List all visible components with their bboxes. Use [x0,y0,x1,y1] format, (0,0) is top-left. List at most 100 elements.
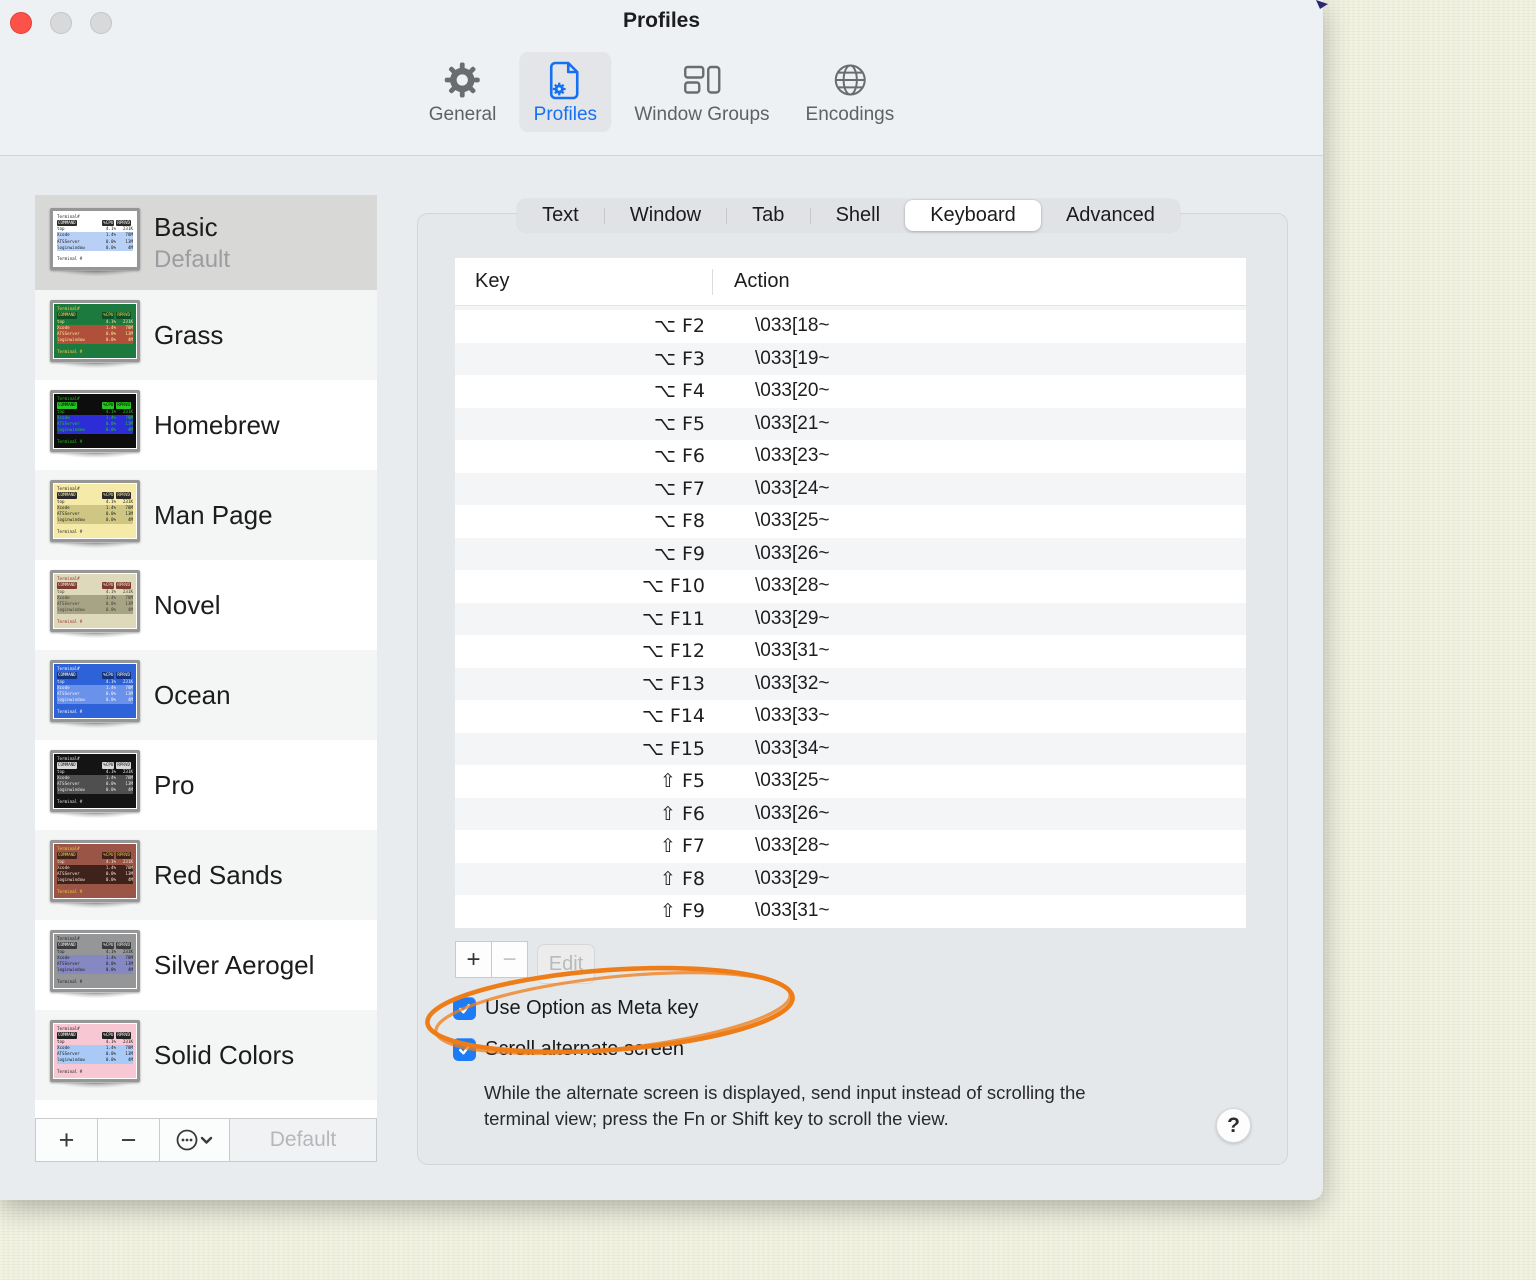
table-row-opt-f4[interactable]: ⌥ F4 \033[20~ [455,375,1246,408]
checkbox-use-option-as-meta-key[interactable] [453,997,476,1020]
action-cell: \033[25~ [755,510,830,532]
key-cell: ⌥ F4 [654,380,705,403]
profile-row-homebrew[interactable]: Terminal# COMMAND %CPU RPRVD top 4.1% 231K Xcod… [35,380,377,470]
table-row-shift-f8[interactable]: ⇧ F8 \033[29~ [455,862,1246,895]
key-cell: ⇧ F5 [660,770,705,793]
profile-tabs: Text Window Tab Shell Keyboard Advanced [517,199,1180,232]
profile-thumbnail: Terminal# COMMAND %CPU RPRVD top 4.1% 231K Xcod… [50,570,140,632]
key-cell: ⌥ F11 [641,607,705,630]
desktop-background: Profiles General Profiles Window Groups … [0,0,1536,1280]
thumbnail-shadow [50,813,142,820]
edit-shortcut-button[interactable]: Edit [537,944,595,984]
table-header: Key Action [455,258,1246,306]
checkbox-label: Use Option as Meta key [485,997,699,1019]
table-row-opt-f12[interactable]: ⌥ F12 \033[31~ [455,635,1246,668]
tab-shell[interactable]: Shell [811,199,906,232]
action-cell: \033[18~ [755,315,830,337]
profile-name: Novel [154,589,221,620]
table-row-opt-f6[interactable]: ⌥ F6 \033[23~ [455,440,1246,473]
thumbnail-shadow [50,723,142,730]
toolbar-item-profiles[interactable]: Profiles [519,52,612,132]
action-cell: \033[28~ [755,835,830,857]
table-row-opt-f7[interactable]: ⌥ F7 \033[24~ [455,472,1246,505]
checkbox-row: Scroll alternate screen [453,1038,698,1061]
action-cell: \033[29~ [755,867,830,889]
action-cell: \033[23~ [755,445,830,467]
profile-document-icon [546,59,584,101]
keyboard-checkboxes: Use Option as Meta key Scroll alternate … [453,997,698,1061]
checkbox-scroll-alternate-screen[interactable] [453,1038,476,1061]
table-row-opt-f10[interactable]: ⌥ F10 \033[28~ [455,570,1246,603]
table-row-opt-f9[interactable]: ⌥ F9 \033[26~ [455,537,1246,570]
profile-name: Man Page [154,499,273,530]
add-shortcut-button[interactable]: + [455,941,492,978]
profile-row-man-page[interactable]: Terminal# COMMAND %CPU RPRVD top 4.1% 231K Xcod… [35,470,377,560]
window-title: Profiles [622,9,701,32]
action-cell: \033[28~ [755,575,830,597]
table-row-opt-f15[interactable]: ⌥ F15 \033[34~ [455,732,1246,765]
table-row-opt-f11[interactable]: ⌥ F11 \033[29~ [455,602,1246,635]
table-row-opt-f14[interactable]: ⌥ F14 \033[33~ [455,700,1246,733]
key-cell: ⌥ F12 [641,640,705,663]
tab-text[interactable]: Text [517,199,604,232]
thumbnail-shadow [50,543,142,550]
table-row-opt-f5[interactable]: ⌥ F5 \033[21~ [455,407,1246,440]
thumbnail-shadow [50,903,142,910]
column-header-key[interactable]: Key [455,270,712,293]
toolbar-item-encodings[interactable]: Encodings [793,52,908,132]
action-cell: \033[25~ [755,770,830,792]
key-cell: ⌥ F6 [654,445,705,468]
action-cell: \033[33~ [755,705,830,727]
action-cell: \033[19~ [755,347,830,369]
profile-list: Terminal# COMMAND %CPU RPRVD top 4.1% 231K Xcod… [35,195,377,1118]
profile-row-ocean[interactable]: Terminal# COMMAND %CPU RPRVD top 4.1% 231K Xcod… [35,650,377,740]
key-cell: ⇧ F9 [660,900,705,923]
table-row-shift-f7[interactable]: ⇧ F7 \033[28~ [455,830,1246,863]
action-cell: \033[31~ [755,640,830,662]
table-row-shift-f9[interactable]: ⇧ F9 \033[31~ [455,895,1246,928]
profile-thumbnail: Terminal# COMMAND %CPU RPRVD top 4.1% 231K Xcod… [50,660,140,722]
tab-keyboard[interactable]: Keyboard [905,200,1041,231]
action-cell: \033[29~ [755,607,830,629]
table-row-opt-f3[interactable]: ⌥ F3 \033[19~ [455,342,1246,375]
checkmark-icon [458,1045,471,1055]
profile-row-silver-aerogel[interactable]: Terminal# COMMAND %CPU RPRVD top 4.1% 231K Xcod… [35,920,377,1010]
profile-thumbnail: Terminal# COMMAND %CPU RPRVD top 4.1% 231K Xcod… [50,1020,140,1082]
profile-row-novel[interactable]: Terminal# COMMAND %CPU RPRVD top 4.1% 231K Xcod… [35,560,377,650]
profile-name: Solid Colors [154,1039,295,1070]
profile-name: Homebrew [154,409,280,440]
profile-actions-menu-button[interactable] [160,1119,230,1161]
column-header-action[interactable]: Action [713,270,790,293]
circle-ellipsis-icon [176,1129,212,1151]
profile-name: Pro [154,769,195,800]
chevron-down-icon [200,1136,212,1144]
profile-name: Grass [154,319,224,350]
thumbnail-shadow [50,1083,142,1090]
profile-row-red-sands[interactable]: Terminal# COMMAND %CPU RPRVD top 4.1% 231K Xcod… [35,830,377,920]
tab-window[interactable]: Window [605,199,726,232]
action-cell: \033[20~ [755,380,830,402]
tab-tab[interactable]: Tab [727,199,809,232]
remove-shortcut-button[interactable]: − [491,941,528,978]
table-row-opt-f13[interactable]: ⌥ F13 \033[32~ [455,667,1246,700]
add-profile-button[interactable]: + [36,1119,98,1161]
globe-icon [830,59,870,101]
profile-subtitle: Default [154,245,231,273]
remove-profile-button[interactable]: − [98,1119,160,1161]
toolbar-item-label: General [428,104,497,125]
profile-row-grass[interactable]: Terminal# COMMAND %CPU RPRVD top 4.1% 231K Xcod… [35,290,377,380]
table-row-shift-f6[interactable]: ⇧ F6 \033[26~ [455,797,1246,830]
table-row-opt-f2[interactable]: ⌥ F2 \033[18~ [455,310,1246,343]
toolbar-item-window-groups[interactable]: Window Groups [621,52,782,132]
profile-row-solid-colors[interactable]: Terminal# COMMAND %CPU RPRVD top 4.1% 231K Xcod… [35,1010,377,1100]
key-cell: ⌥ F7 [654,477,705,500]
help-button[interactable]: ? [1216,1108,1251,1143]
table-row-opt-f8[interactable]: ⌥ F8 \033[25~ [455,505,1246,538]
profile-row-basic[interactable]: Terminal# COMMAND %CPU RPRVD top 4.1% 231K Xcod… [35,195,377,290]
table-row-shift-f5[interactable]: ⇧ F5 \033[25~ [455,765,1246,798]
profile-thumbnail: Terminal# COMMAND %CPU RPRVD top 4.1% 231K Xcod… [50,930,140,992]
tab-advanced[interactable]: Advanced [1041,199,1180,232]
set-default-button[interactable]: Default [230,1119,376,1161]
toolbar-item-general[interactable]: General [416,52,510,132]
profile-row-pro[interactable]: Terminal# COMMAND %CPU RPRVD top 4.1% 231K Xcod… [35,740,377,830]
